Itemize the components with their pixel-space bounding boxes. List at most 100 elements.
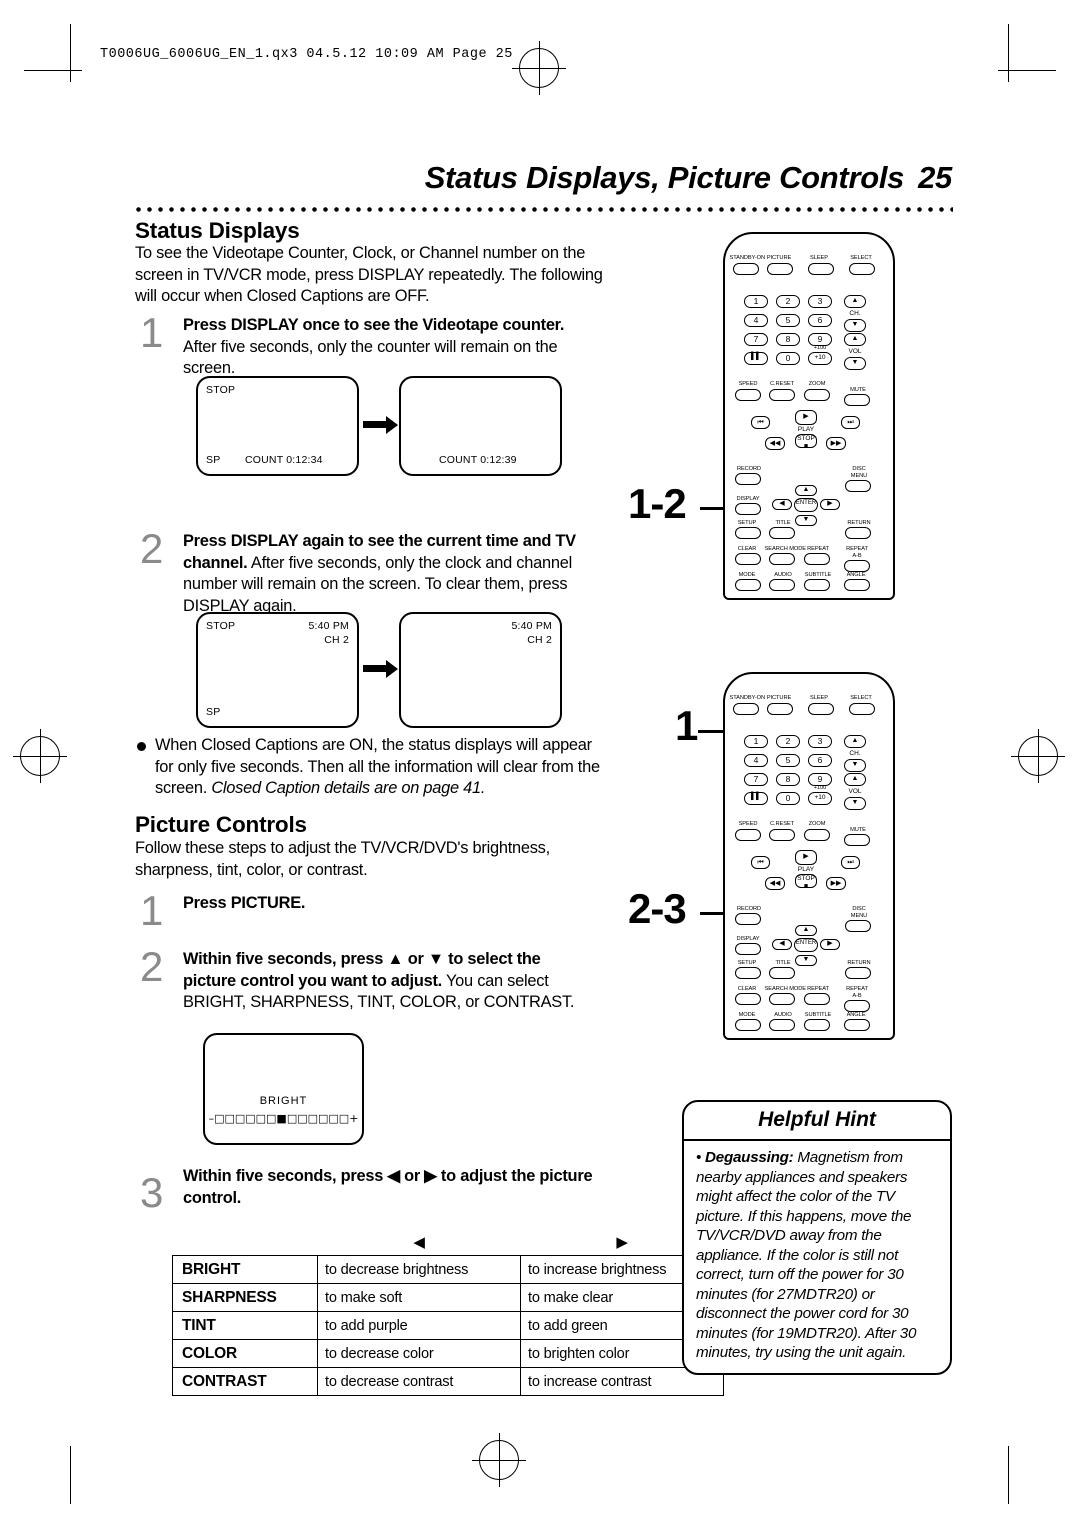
tv-screen-2b: 5:40 PM CH 2	[399, 612, 562, 728]
remote-key-display[interactable]	[735, 943, 761, 955]
remote-key-sleep[interactable]	[808, 703, 834, 715]
remote-key-mode[interactable]	[735, 579, 761, 591]
chevron-down-icon: ▼	[802, 516, 810, 523]
remote-key-clear[interactable]	[735, 553, 761, 565]
remote-key-picture[interactable]	[767, 703, 793, 715]
remote-label-mute: MUTE	[850, 826, 866, 833]
remote-key-angle[interactable]	[844, 579, 870, 591]
crop-mark-br-v	[1008, 1446, 1009, 1504]
table-header-row: ◀ ▶	[173, 1228, 724, 1256]
remote-key-zoom[interactable]	[804, 389, 830, 401]
remote-key-repeat-ab[interactable]	[844, 1000, 870, 1012]
remote-key-clear[interactable]	[735, 993, 761, 1005]
remote-key-picture[interactable]	[767, 263, 793, 275]
step-text-sd-1-rest: After five seconds, only the counter wil…	[183, 337, 558, 378]
step-text-pc-2: Within five seconds, press ▲ or ▼ to sel…	[183, 949, 593, 1014]
remote-key-7-label: 7	[753, 334, 759, 344]
remote-key-record[interactable]	[735, 473, 761, 485]
remote-key-zoom[interactable]	[804, 829, 830, 841]
remote-key-c-reset[interactable]	[769, 389, 795, 401]
remote-key-standby-on[interactable]	[733, 263, 759, 275]
bullet-dot	[137, 742, 146, 751]
remote-label-disc: DISC	[852, 465, 866, 472]
remote-key-search-mode[interactable]	[769, 993, 795, 1005]
remote-label-audio: AUDIO	[774, 1011, 792, 1018]
step-number-pc-2: 2	[140, 943, 164, 990]
remote-key-repeat[interactable]	[804, 553, 830, 565]
remote-key-mute[interactable]	[844, 834, 870, 846]
remote-key-audio[interactable]	[769, 1019, 795, 1031]
remote-key-standby-on[interactable]	[733, 703, 759, 715]
table-row-name: COLOR	[172, 1339, 318, 1368]
remote-key-return[interactable]	[845, 967, 871, 979]
remote-label-return: RETURN	[847, 519, 871, 526]
fast-forward-icon: ▶▶	[830, 880, 842, 887]
tv-screen-2a: STOP 5:40 PM CH 2 SP	[196, 612, 359, 728]
chevron-left-icon: ◀	[779, 940, 785, 947]
table-row-name: BRIGHT	[172, 1255, 318, 1284]
step-text-sd-2: Press DISPLAY again to see the current t…	[183, 531, 588, 617]
remote-key-speed[interactable]	[735, 389, 761, 401]
remote-key-return[interactable]	[845, 527, 871, 539]
remote-key-select[interactable]	[849, 703, 875, 715]
remote-control-top[interactable]: STANDBY-ON PICTURE SLEEP SELECT 1 2 3 4 …	[723, 232, 895, 600]
chevron-right-icon: ▶	[827, 940, 833, 947]
tv-screen-2a-top-label: STOP	[206, 620, 236, 632]
remote-key-subtitle[interactable]	[804, 579, 830, 591]
remote-key-select[interactable]	[849, 263, 875, 275]
remote-key-search-mode[interactable]	[769, 553, 795, 565]
chevron-up-icon: ▲	[851, 335, 859, 342]
chevron-up-icon: ▲	[851, 775, 859, 782]
remote-key-repeat-ab[interactable]	[844, 560, 870, 572]
remote-key-title[interactable]	[769, 527, 795, 539]
remote-key-4-label: 4	[753, 755, 759, 765]
table-row-left: to make soft	[317, 1283, 521, 1312]
remote-key-mute[interactable]	[844, 394, 870, 406]
manual-page: T0006UG_6006UG_EN_1.qx3 04.5.12 10:09 AM…	[0, 0, 1080, 1528]
remote-key-speed[interactable]	[735, 829, 761, 841]
remote-key-subtitle[interactable]	[804, 1019, 830, 1031]
remote-key-title[interactable]	[769, 967, 795, 979]
remote-label-repeat-2: REPEAT	[846, 545, 868, 552]
remote-key-disc-menu[interactable]	[845, 480, 871, 492]
remote-key-9-label: 9	[817, 334, 823, 344]
tv-screen-1a-counter: COUNT 0:12:34	[245, 454, 323, 466]
prev-track-icon: ⏮	[757, 859, 764, 866]
tv-screen-1a-top-label: STOP	[206, 384, 236, 396]
closed-captions-note-italic: Closed Caption details are on page 41.	[211, 779, 486, 797]
remote-key-disc-menu[interactable]	[845, 920, 871, 932]
picture-controls-intro: Follow these steps to adjust the TV/VCR/…	[135, 839, 550, 879]
remote-control-bottom[interactable]: STANDBY-ON PICTURE SLEEP SELECT 1 2 3 4 …	[723, 672, 895, 1040]
tv-screen-2b-time: 5:40 PM	[511, 620, 552, 632]
remote-key-setup[interactable]	[735, 527, 761, 539]
remote-key-8-label: 8	[785, 334, 791, 344]
picture-control-table: ◀ ▶ BRIGHT to decrease brightness to inc…	[172, 1228, 724, 1396]
table-row: SHARPNESS to make soft to make clear	[172, 1283, 724, 1312]
remote-label-title: TITLE	[775, 959, 791, 966]
remote-label-display: DISPLAY	[736, 495, 760, 502]
remote-key-c-reset[interactable]	[769, 829, 795, 841]
remote-label-return: RETURN	[847, 959, 871, 966]
registration-mark-right	[1011, 729, 1065, 783]
tv-screen-1b-counter: COUNT 0:12:39	[439, 454, 517, 466]
remote-label-search-mode: SEARCH MODE	[764, 545, 806, 552]
step-number-sd-2: 2	[140, 525, 164, 572]
helpful-hint-body: • Degaussing: Magnetism from nearby appl…	[696, 1149, 917, 1361]
remote-key-angle[interactable]	[844, 1019, 870, 1031]
remote-key-record[interactable]	[735, 913, 761, 925]
remote-key-mode[interactable]	[735, 1019, 761, 1031]
remote-key-display[interactable]	[735, 503, 761, 515]
table-header-blank	[173, 1228, 318, 1256]
header-dotted-rule	[133, 205, 953, 214]
step-number-sd-1: 1	[140, 309, 164, 356]
remote-key-setup[interactable]	[735, 967, 761, 979]
remote-key-sleep[interactable]	[808, 263, 834, 275]
step-text-sd-1-bold: Press DISPLAY once to see the Videotape …	[183, 316, 565, 334]
remote-label-ch: CH.	[849, 750, 861, 757]
remote-key-audio[interactable]	[769, 579, 795, 591]
helpful-hint-term: Degaussing:	[705, 1149, 794, 1166]
remote-label-stop: STOP	[797, 875, 815, 882]
remote-label-vol: VOL	[848, 788, 862, 795]
chevron-down-icon: ▼	[851, 321, 859, 328]
remote-key-repeat[interactable]	[804, 993, 830, 1005]
